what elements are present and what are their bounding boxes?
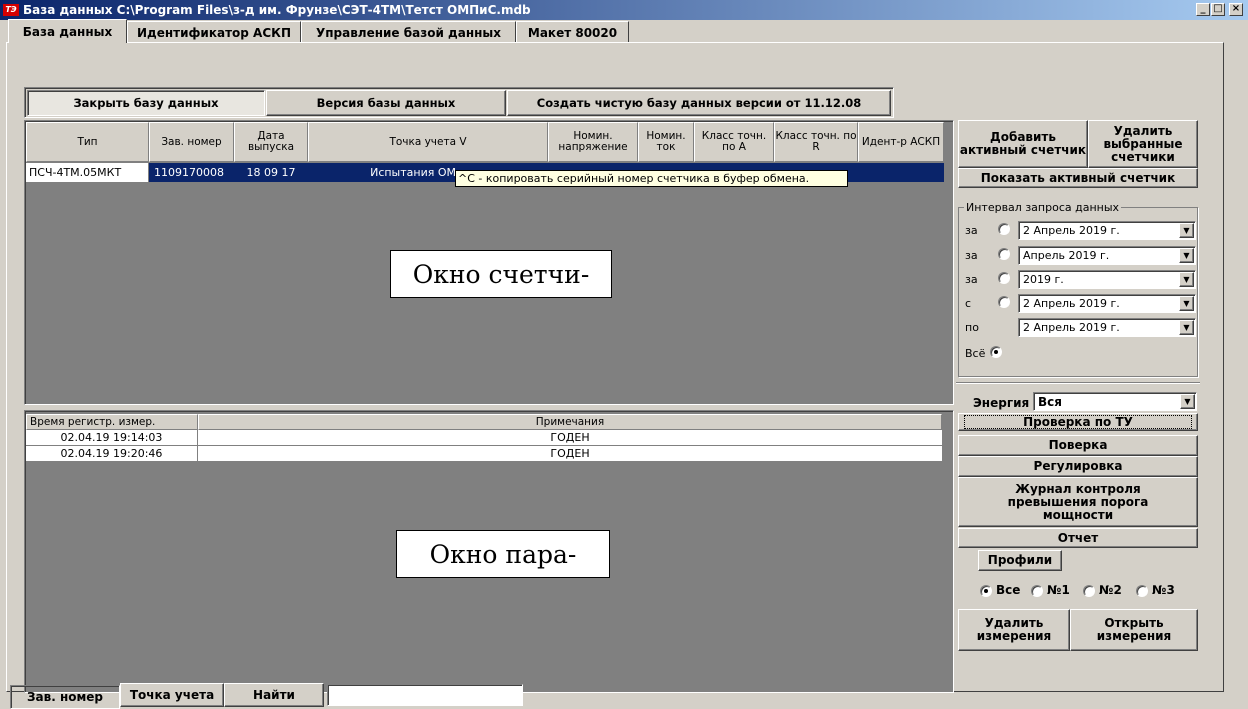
interval-date-day-value: 2 Апрель 2019 г. bbox=[1023, 224, 1120, 237]
chevron-down-icon[interactable]: ▼ bbox=[1180, 394, 1195, 409]
interval-date-month[interactable]: Апрель 2019 г. ▼ bbox=[1018, 246, 1196, 265]
minimize-button[interactable]: _ bbox=[1196, 3, 1210, 16]
profile-radio-all[interactable] bbox=[980, 585, 992, 597]
power-threshold-journal-button[interactable]: Журнал контроля превышения порога мощнос… bbox=[958, 477, 1198, 527]
profile-radio-1[interactable] bbox=[1031, 585, 1043, 597]
profile-radio-3[interactable] bbox=[1136, 585, 1148, 597]
meters-window-callout: Окно счетчи- bbox=[390, 250, 612, 298]
profile-radio-2[interactable] bbox=[1083, 585, 1095, 597]
interval-label-year: за bbox=[965, 273, 978, 286]
energy-label: Энергия bbox=[973, 396, 1030, 410]
tab-db-management[interactable]: Управление базой данных bbox=[301, 21, 516, 43]
profile-label-all: Все bbox=[996, 583, 1021, 597]
interval-label-month: за bbox=[965, 249, 978, 262]
cell-type[interactable]: ПСЧ-4ТМ.05МКТ bbox=[26, 163, 149, 182]
interval-radio-range[interactable] bbox=[998, 296, 1010, 308]
verification-button[interactable]: Поверка bbox=[958, 435, 1198, 456]
col-header-date[interactable]: Дата выпуска bbox=[234, 122, 308, 162]
chevron-down-icon[interactable]: ▼ bbox=[1179, 248, 1194, 263]
col-header-voltage[interactable]: Номин. напряжение bbox=[548, 122, 638, 162]
col-header-notes[interactable]: Примечания bbox=[198, 414, 942, 430]
maximize-button[interactable]: □ bbox=[1211, 3, 1225, 16]
search-by-point-tab[interactable]: Точка учета bbox=[120, 683, 224, 707]
profile-label-3: №3 bbox=[1152, 583, 1175, 597]
cell-time-2[interactable]: 02.04.19 19:20:46 bbox=[26, 446, 198, 462]
divider bbox=[956, 382, 1200, 384]
interval-date-year[interactable]: 2019 г. ▼ bbox=[1018, 270, 1196, 289]
tab-layout-80020[interactable]: Макет 80020 bbox=[516, 21, 629, 43]
chevron-down-icon[interactable]: ▼ bbox=[1179, 296, 1194, 311]
interval-label-from: с bbox=[965, 297, 972, 310]
app-icon: ТЭ bbox=[3, 4, 19, 16]
col-header-ascp-id[interactable]: Идент-р АСКП bbox=[858, 122, 944, 162]
interval-date-day[interactable]: 2 Апрель 2019 г. ▼ bbox=[1018, 221, 1196, 240]
col-header-time[interactable]: Время регистр. измер. bbox=[26, 414, 198, 430]
window-title: База данных C:\Program Files\з-д им. Фру… bbox=[23, 3, 531, 17]
search-by-serial-tab[interactable]: Зав. номер bbox=[10, 685, 120, 709]
interval-date-to[interactable]: 2 Апрель 2019 г. ▼ bbox=[1018, 318, 1196, 337]
interval-date-to-value: 2 Апрель 2019 г. bbox=[1023, 321, 1120, 334]
cell-point[interactable]: Испытания ОМ bbox=[308, 163, 456, 182]
report-button[interactable]: Отчет bbox=[958, 528, 1198, 548]
cell-date[interactable]: 18 09 17 bbox=[234, 163, 308, 182]
delete-selected-meters-button[interactable]: Удалить выбранные счетчики bbox=[1088, 120, 1198, 168]
chevron-down-icon[interactable]: ▼ bbox=[1179, 272, 1194, 287]
chevron-down-icon[interactable]: ▼ bbox=[1179, 223, 1194, 238]
interval-date-month-value: Апрель 2019 г. bbox=[1023, 249, 1110, 262]
close-button[interactable]: × bbox=[1229, 3, 1243, 16]
profile-label-2: №2 bbox=[1099, 583, 1122, 597]
col-header-current[interactable]: Номин. ток bbox=[638, 122, 694, 162]
col-header-type[interactable]: Тип bbox=[26, 122, 149, 162]
tab-database[interactable]: База данных bbox=[8, 19, 127, 43]
profiles-button[interactable]: Профили bbox=[978, 550, 1062, 571]
col-header-class-r[interactable]: Класс точн. по R bbox=[774, 122, 858, 162]
cell-time-1[interactable]: 02.04.19 19:14:03 bbox=[26, 430, 198, 446]
col-header-point[interactable]: Точка учета V bbox=[308, 122, 548, 162]
interval-radio-month[interactable] bbox=[998, 248, 1010, 260]
title-bar: ТЭ База данных C:\Program Files\з-д им. … bbox=[0, 0, 1248, 20]
interval-date-from[interactable]: 2 Апрель 2019 г. ▼ bbox=[1018, 294, 1196, 313]
tab-ascp-identifier[interactable]: Идентификатор АСКП bbox=[127, 21, 301, 43]
cell-note-1[interactable]: ГОДЕН bbox=[198, 430, 942, 446]
energy-select[interactable]: Вся ▼ bbox=[1033, 392, 1197, 411]
find-button[interactable]: Найти bbox=[224, 683, 324, 707]
energy-select-value: Вся bbox=[1038, 394, 1062, 409]
interval-date-from-value: 2 Апрель 2019 г. bbox=[1023, 297, 1120, 310]
check-tu-button[interactable]: Проверка по ТУ bbox=[958, 413, 1198, 431]
interval-date-year-value: 2019 г. bbox=[1023, 273, 1064, 286]
interval-radio-all[interactable] bbox=[990, 346, 1002, 358]
create-db-button[interactable]: Создать чистую базу данных версии от 11.… bbox=[507, 90, 891, 116]
profile-label-1: №1 bbox=[1047, 583, 1070, 597]
interval-label-all: Всё bbox=[965, 347, 986, 360]
check-tu-button-label: Проверка по ТУ bbox=[964, 415, 1192, 429]
col-header-class-a[interactable]: Класс точн. по А bbox=[694, 122, 774, 162]
interval-radio-day[interactable] bbox=[998, 223, 1010, 235]
col-header-serial[interactable]: Зав. номер bbox=[149, 122, 234, 162]
delete-measurements-button[interactable]: Удалить измерения bbox=[958, 609, 1070, 651]
chevron-down-icon[interactable]: ▼ bbox=[1179, 320, 1194, 335]
tooltip: ^C - копировать серийный номер счетчика … bbox=[455, 170, 848, 187]
interval-label-day: за bbox=[965, 224, 978, 237]
interval-radio-year[interactable] bbox=[998, 272, 1010, 284]
open-measurements-button[interactable]: Открыть измерения bbox=[1070, 609, 1198, 651]
show-active-meter-button[interactable]: Показать активный счетчик bbox=[958, 168, 1198, 188]
cell-serial[interactable]: 1109170008 bbox=[150, 163, 234, 182]
interval-label-to: по bbox=[965, 321, 979, 334]
interval-group-title: Интервал запроса данных bbox=[964, 201, 1122, 214]
search-input[interactable] bbox=[327, 684, 523, 706]
close-db-button[interactable]: Закрыть базу данных bbox=[27, 90, 265, 116]
add-active-meter-button[interactable]: Добавить активный счетчик bbox=[958, 120, 1088, 168]
params-window-callout: Окно пара- bbox=[396, 530, 610, 578]
cell-note-2[interactable]: ГОДЕН bbox=[198, 446, 942, 462]
regulation-button[interactable]: Регулировка bbox=[958, 456, 1198, 477]
db-version-button[interactable]: Версия базы данных bbox=[266, 90, 506, 116]
